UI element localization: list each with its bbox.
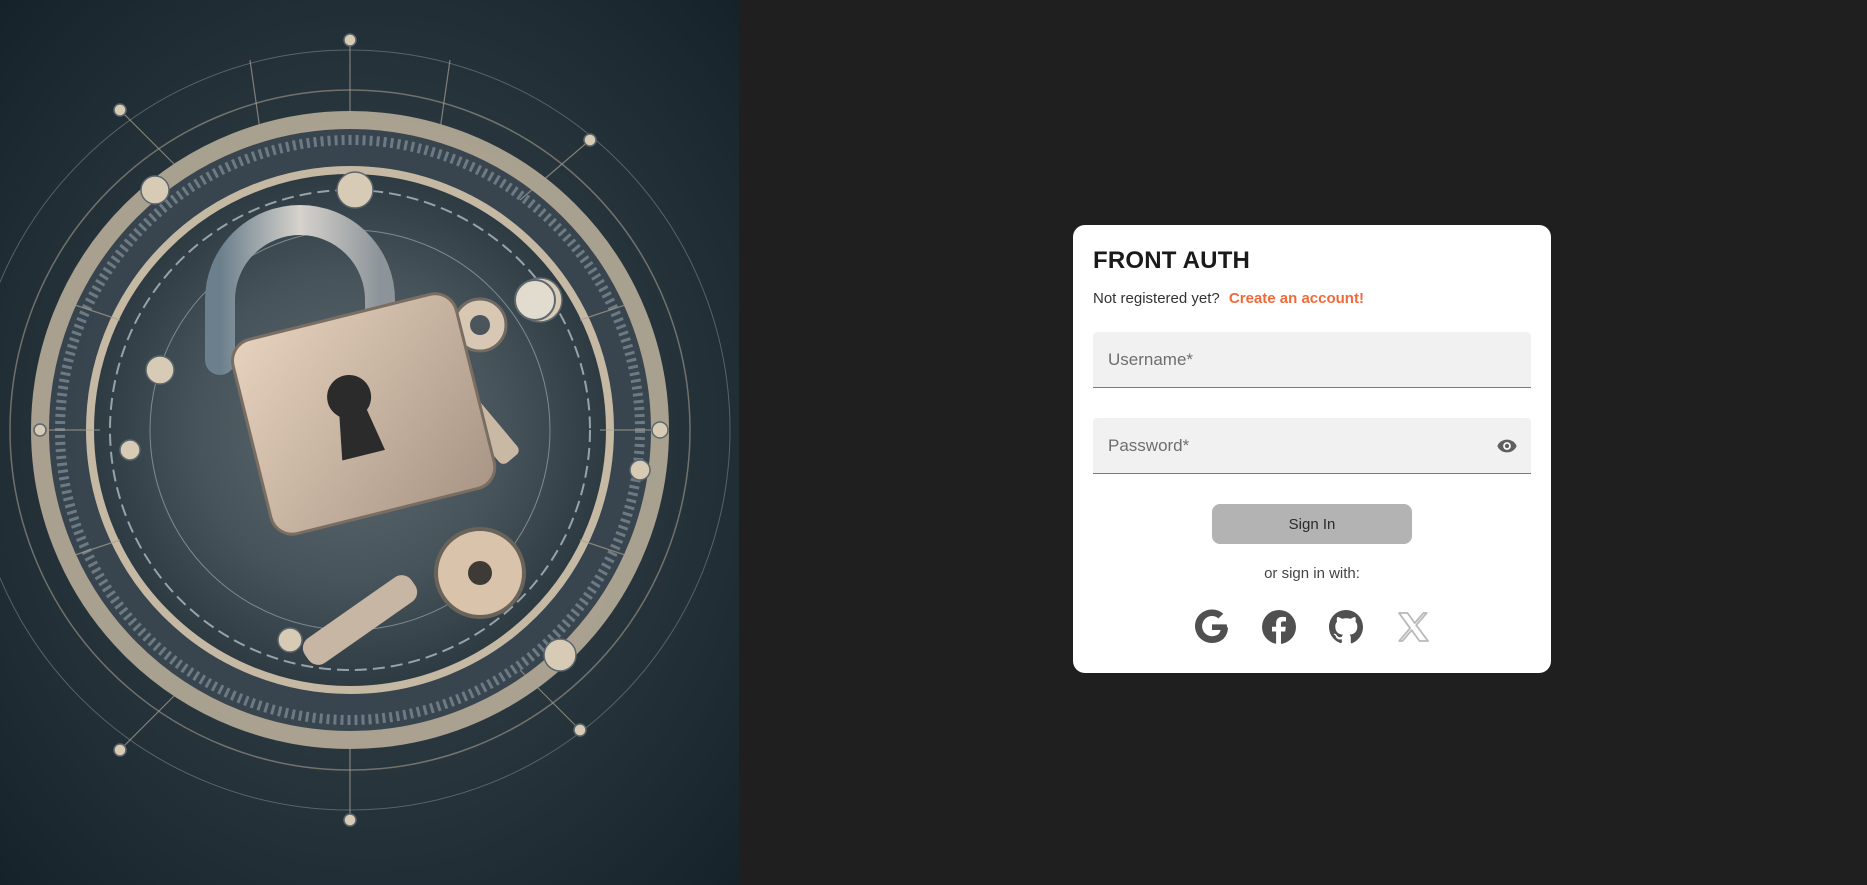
create-account-link[interactable]: Create an account! <box>1229 290 1364 307</box>
google-icon[interactable] <box>1194 609 1230 645</box>
password-field[interactable] <box>1093 418 1531 474</box>
alt-signin-text: or sign in with: <box>1264 565 1360 582</box>
password-input[interactable] <box>1093 418 1531 473</box>
x-icon[interactable] <box>1395 609 1431 645</box>
eye-icon[interactable] <box>1495 435 1519 457</box>
username-input[interactable] <box>1093 332 1531 387</box>
hero-image <box>0 0 739 885</box>
github-icon[interactable] <box>1328 609 1364 645</box>
register-prompt: Not registered yet? <box>1093 290 1220 307</box>
sign-in-button[interactable]: Sign In <box>1212 504 1412 544</box>
facebook-icon[interactable] <box>1261 609 1297 645</box>
padlock-illustration <box>0 33 731 827</box>
social-login-row <box>1093 609 1531 645</box>
app-title: FRONT AUTH <box>1093 247 1251 274</box>
login-card: FRONT AUTH Not registered yet? Create an… <box>1073 225 1551 673</box>
username-field[interactable] <box>1093 332 1531 388</box>
register-row: Not registered yet? Create an account! <box>1093 289 1531 309</box>
